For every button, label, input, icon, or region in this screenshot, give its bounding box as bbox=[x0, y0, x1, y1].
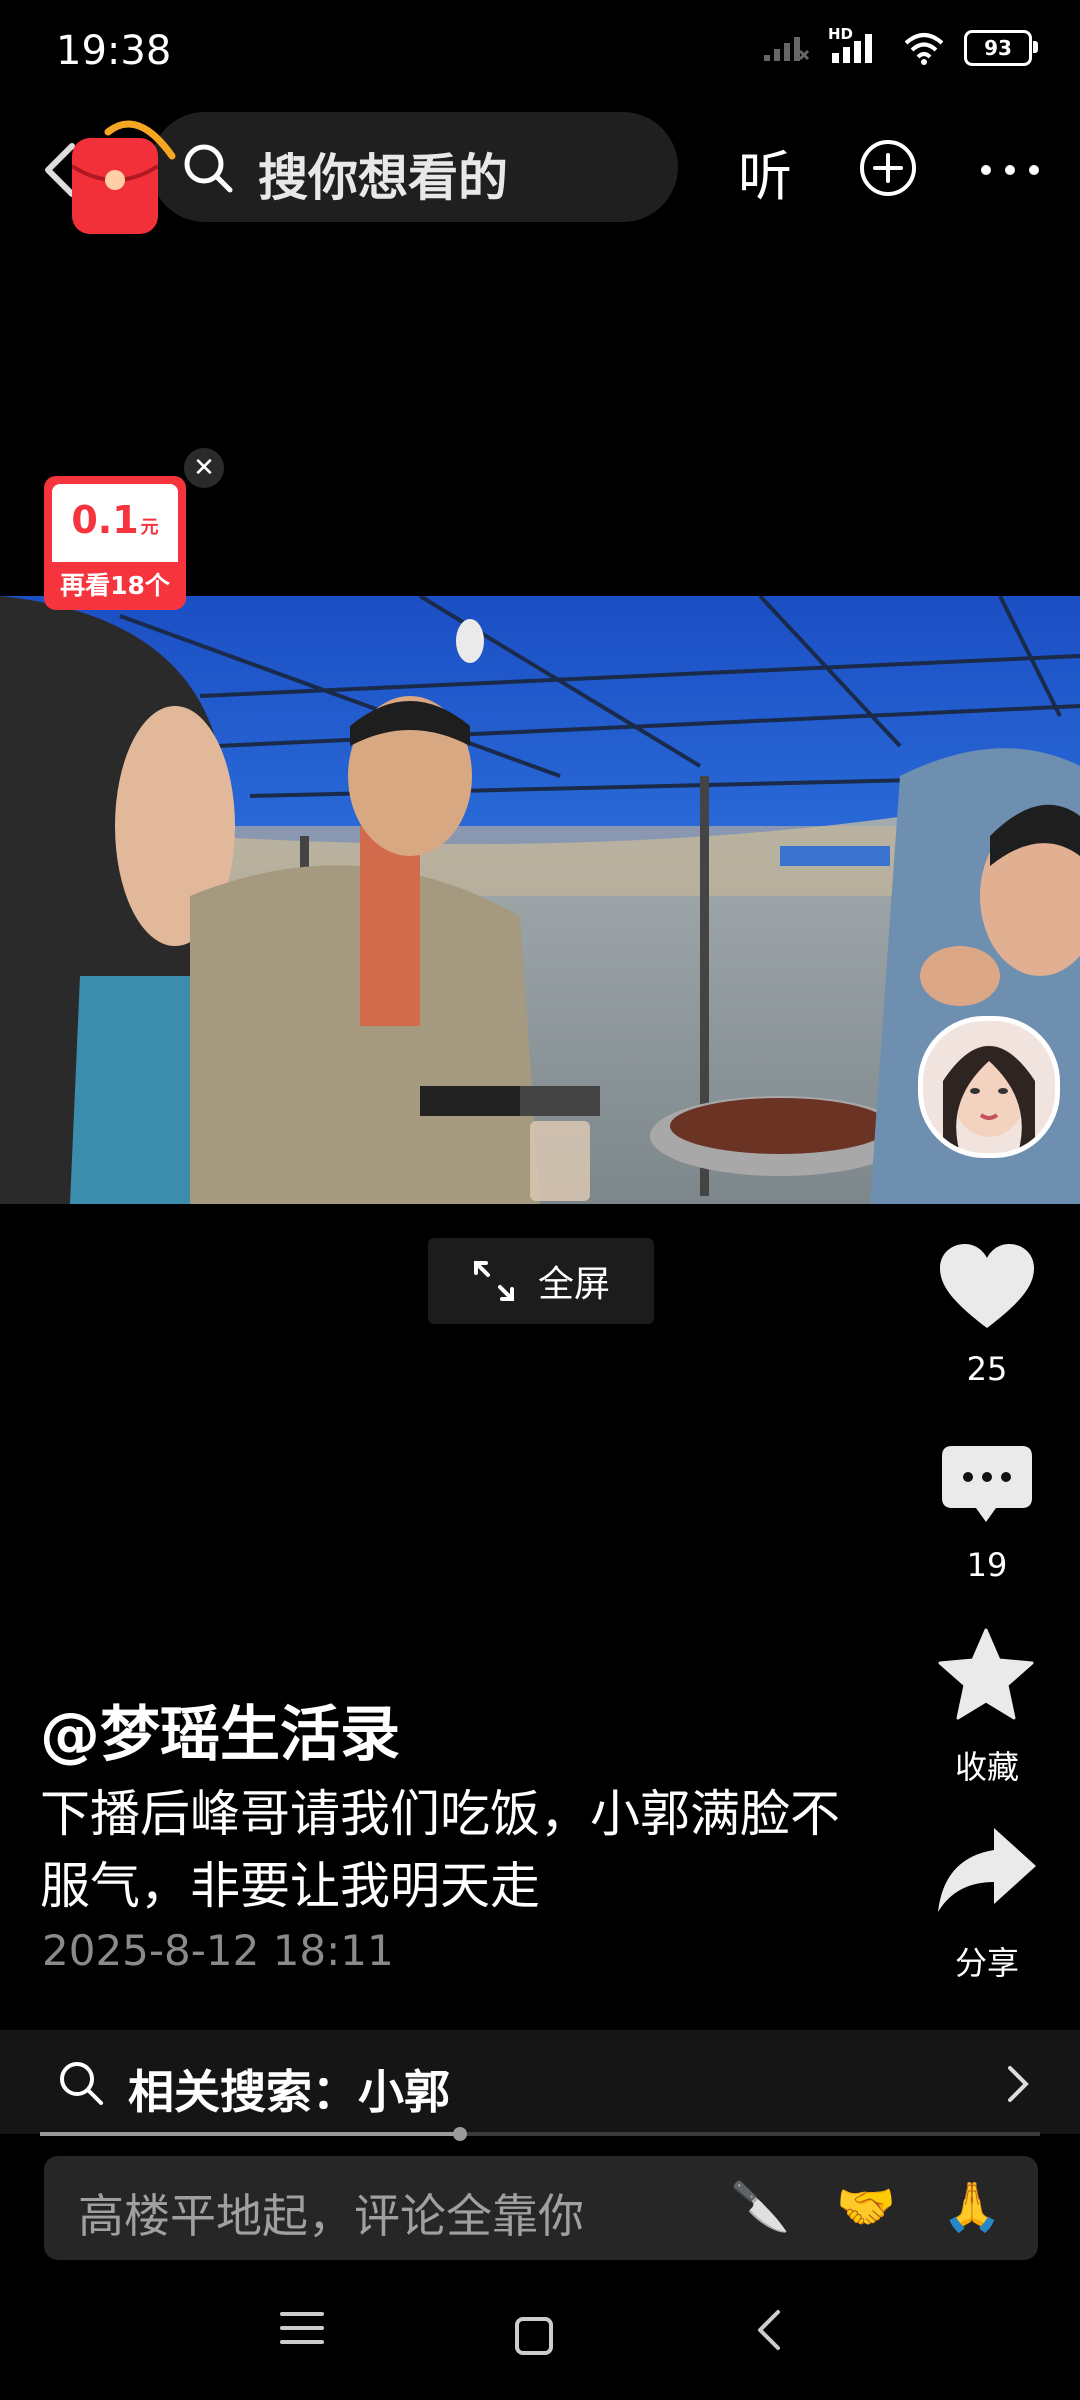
search-icon bbox=[184, 144, 233, 193]
favorite-label: 收藏 bbox=[954, 1748, 1019, 1786]
comment-placeholder[interactable]: 高楼平地起，评论全靠你 bbox=[78, 2180, 584, 2246]
battery-indicator: 93 bbox=[964, 30, 1038, 66]
hd-signal-icon: HD bbox=[828, 25, 884, 65]
comment-icon[interactable] bbox=[942, 1446, 1032, 1526]
post-date: 2025-8-12 18:11 bbox=[42, 1926, 394, 1975]
related-search-label[interactable]: 相关搜索：小郭 bbox=[128, 2056, 450, 2122]
status-time: 19:38 bbox=[56, 28, 172, 74]
pray-emoji-button[interactable]: 🙏 bbox=[942, 2178, 1002, 2235]
fullscreen-label: 全屏 bbox=[537, 1264, 610, 1305]
video-player[interactable] bbox=[0, 596, 1080, 1204]
search-placeholder[interactable]: 搜你想看的 bbox=[258, 138, 508, 210]
coin-value: 0.1 bbox=[71, 498, 139, 542]
like-count: 25 bbox=[966, 1350, 1008, 1388]
listen-button[interactable]: 听 bbox=[738, 132, 792, 211]
share-arrow-icon[interactable] bbox=[938, 1828, 1036, 1912]
red-packet-timer-arc bbox=[104, 120, 176, 160]
chevron-right-icon[interactable] bbox=[1006, 2064, 1030, 2104]
menu-icon[interactable] bbox=[280, 2308, 324, 2348]
close-icon[interactable]: ✕ bbox=[184, 448, 224, 488]
search-icon bbox=[60, 2062, 103, 2105]
home-square-icon[interactable] bbox=[514, 2316, 554, 2356]
back-triangle-icon[interactable] bbox=[754, 2308, 784, 2352]
coin-reward-label: 再看18个 bbox=[60, 571, 170, 600]
fullscreen-button[interactable]: 全屏 bbox=[428, 1238, 654, 1324]
author-name[interactable]: @梦瑶生活录 bbox=[40, 1686, 400, 1773]
streamer-avatar[interactable] bbox=[918, 1016, 1060, 1158]
handshake-emoji-button[interactable]: 🤝 bbox=[836, 2178, 896, 2235]
share-label: 分享 bbox=[954, 1944, 1019, 1982]
comment-count: 19 bbox=[966, 1546, 1008, 1584]
coin-unit: 元 bbox=[140, 517, 159, 538]
signal-off-icon bbox=[764, 37, 810, 61]
video-progress-fill bbox=[40, 2132, 460, 2136]
knife-emoji-button[interactable]: 🔪 bbox=[730, 2178, 790, 2235]
add-icon[interactable] bbox=[858, 138, 918, 198]
favorite-star-icon[interactable] bbox=[938, 1628, 1034, 1720]
video-progress-handle[interactable] bbox=[453, 2127, 467, 2141]
more-icon[interactable] bbox=[980, 164, 1040, 176]
expand-icon bbox=[473, 1261, 514, 1301]
like-heart-icon[interactable] bbox=[940, 1244, 1034, 1330]
battery-level: 93 bbox=[984, 36, 1012, 60]
post-description: 下播后峰哥请我们吃饭，小郭满脸不服气，非要让我明天走 bbox=[40, 1785, 840, 1915]
status-icons: HD 93 bbox=[762, 25, 1038, 66]
coin-reward-amount: 0.1 元 bbox=[52, 484, 178, 562]
wifi-icon bbox=[904, 33, 944, 65]
